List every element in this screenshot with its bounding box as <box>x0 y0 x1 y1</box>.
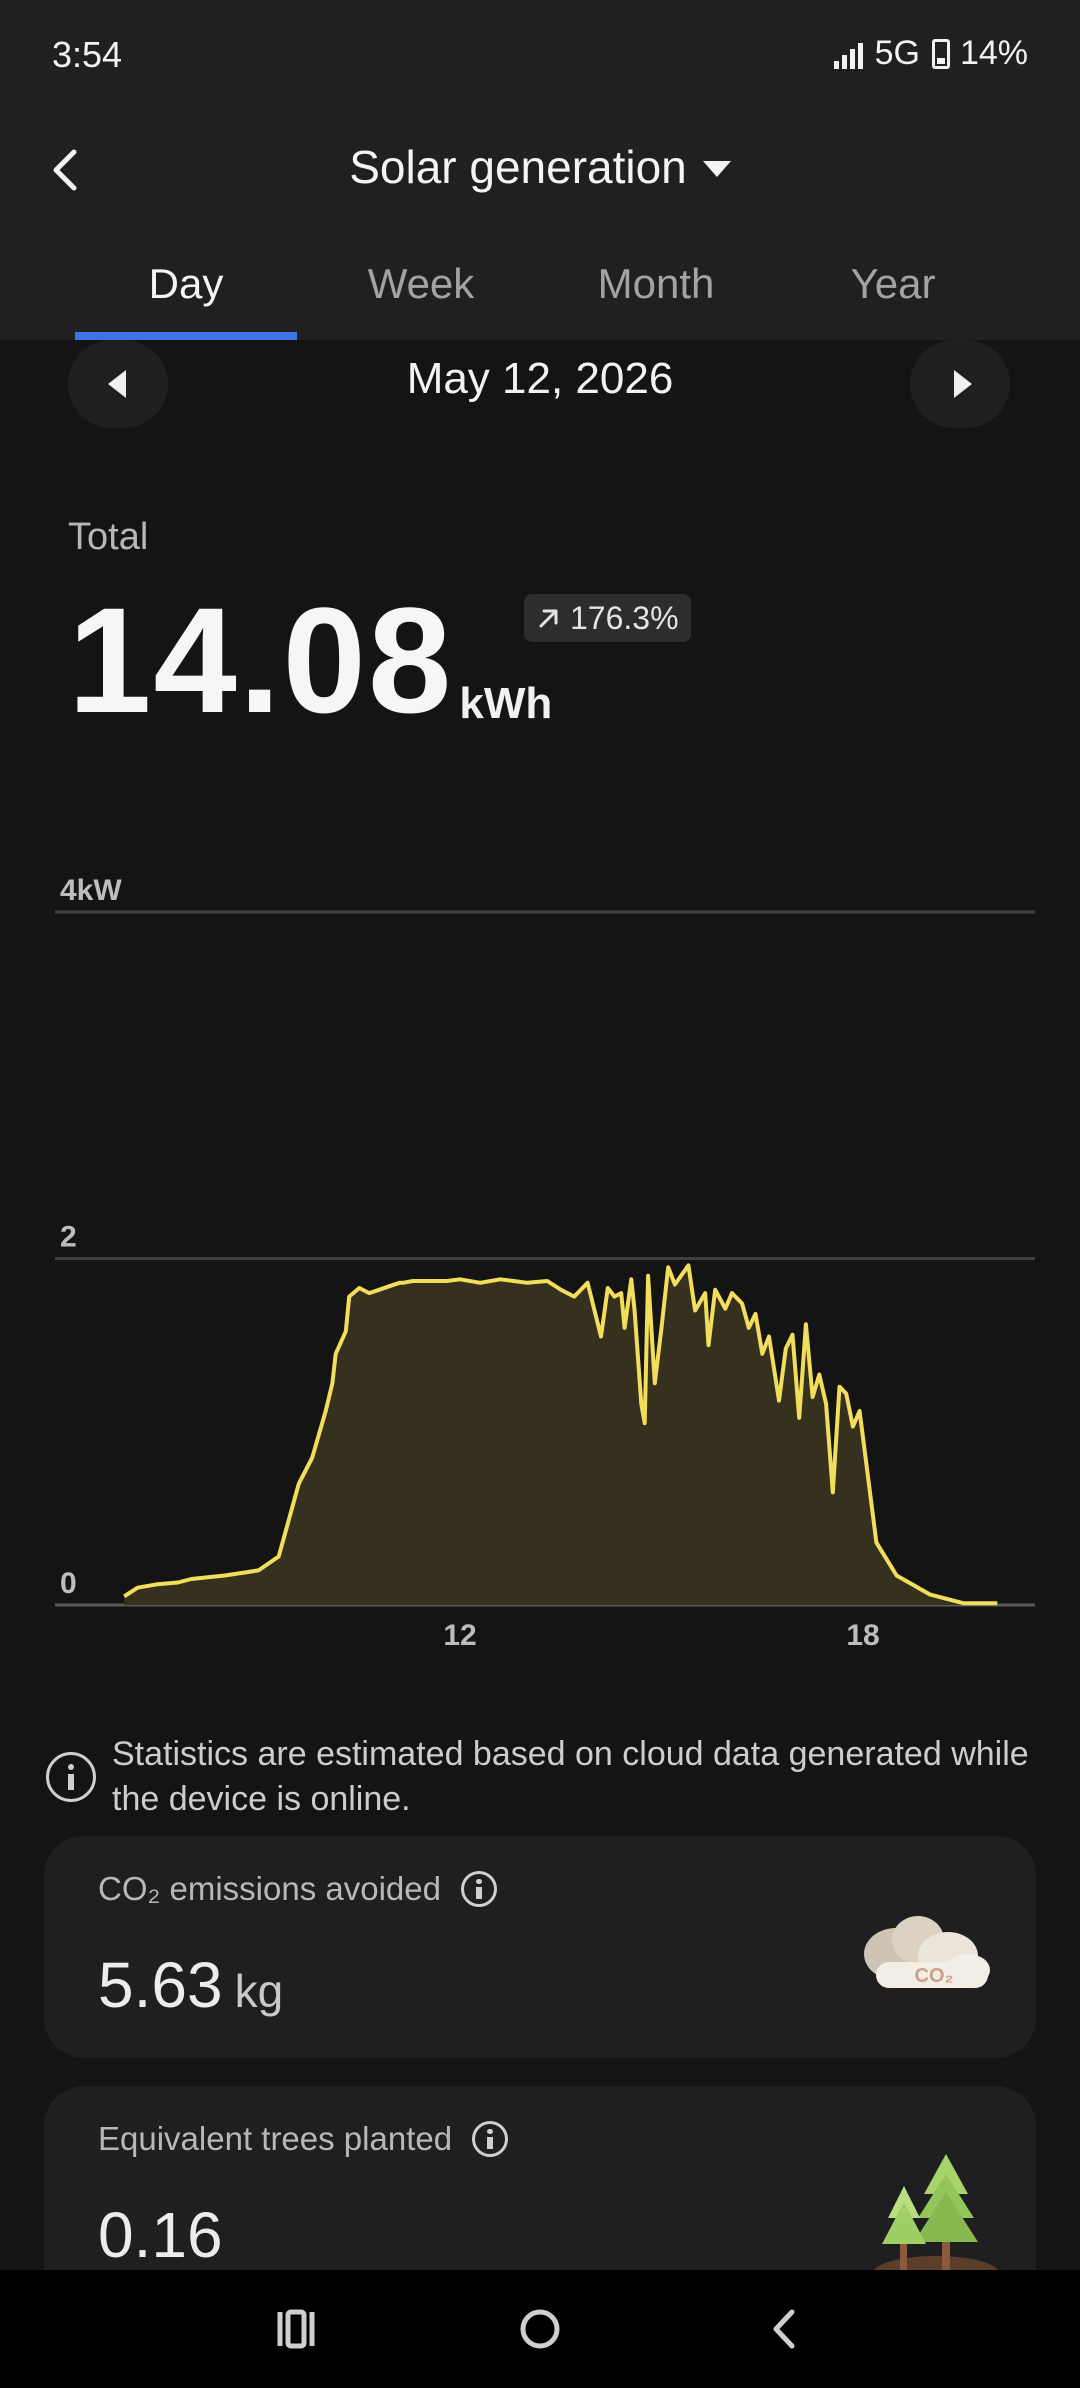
change-badge: 176.3% <box>524 594 691 642</box>
co2-card[interactable]: CO₂ emissions avoided 5.63 kg CO₂ <box>44 1836 1036 2058</box>
svg-text:CO₂: CO₂ <box>915 1965 954 1987</box>
total-unit: kWh <box>459 679 553 728</box>
header-title-area: Solar generation <box>0 140 1080 194</box>
co2-cloud-icon: CO₂ <box>864 1916 990 1988</box>
date-navigator: May 12, 2026 <box>0 340 1080 440</box>
arrow-up-right-icon <box>539 609 558 628</box>
system-nav-bar <box>0 2270 1080 2388</box>
y-tick-label: 4kW <box>60 874 122 907</box>
statistics-note: Statistics are estimated based on cloud … <box>46 1732 1036 1822</box>
back-icon <box>773 2309 795 2349</box>
co2-value: 5.63 <box>98 1949 223 2021</box>
home-button[interactable] <box>510 2304 570 2354</box>
network-label: 5G <box>874 34 920 72</box>
y-tick-label: 2 <box>60 1221 77 1254</box>
recents-button[interactable] <box>266 2304 326 2354</box>
co2-info-icon[interactable] <box>460 1871 497 1907</box>
trees-icon <box>872 2154 1000 2286</box>
tab-week[interactable]: Week <box>310 250 532 340</box>
total-value: 14.08 <box>68 576 454 744</box>
generation-chart[interactable]: 0 2 4kW 12 18 <box>0 860 1080 1660</box>
active-tab-indicator <box>75 332 297 340</box>
co2-unit: kg <box>234 1965 284 2017</box>
x-tick-label: 18 <box>846 1619 879 1652</box>
page-title: Solar generation <box>349 141 687 193</box>
y-tick-label: 0 <box>60 1567 77 1600</box>
battery-level: 14% <box>959 34 1028 72</box>
next-date-button[interactable] <box>910 340 1010 428</box>
trees-value-row: 0.16 <box>98 2198 223 2272</box>
page: 3:54 5G 14% Solar generation Day Week Mo <box>0 0 1080 2388</box>
app-header: Solar generation Day Week Month Year <box>0 110 1080 340</box>
signal-icon <box>833 39 863 69</box>
triangle-right-icon <box>954 370 972 398</box>
trees-card-header: Equivalent trees planted <box>98 2120 509 2158</box>
status-bar: 3:54 5G 14% <box>0 0 1080 110</box>
battery-icon <box>931 38 950 69</box>
generation-chart-svg: 0 2 4kW 12 18 <box>55 874 1035 1652</box>
home-icon <box>520 2309 560 2349</box>
trees-info-icon[interactable] <box>472 2121 509 2157</box>
period-tabs: Day Week Month Year <box>0 250 1080 340</box>
status-time: 3:54 <box>52 34 123 75</box>
system-back-button[interactable] <box>754 2304 814 2354</box>
trees-card-label: Equivalent trees planted <box>98 2120 453 2157</box>
statistics-note-text: Statistics are estimated based on cloud … <box>112 1735 1029 1818</box>
trees-value: 0.16 <box>98 2199 223 2271</box>
caret-down-icon <box>702 161 731 177</box>
tab-day[interactable]: Day <box>75 250 297 340</box>
total-value-row: 14.08 kWh <box>68 585 552 735</box>
co2-card-header: CO₂ emissions avoided <box>98 1870 497 1908</box>
info-icon <box>46 1752 96 1802</box>
x-tick-label: 12 <box>443 1619 476 1652</box>
total-label: Total <box>68 516 149 558</box>
co2-card-label: CO₂ emissions avoided <box>98 1870 441 1907</box>
co2-value-row: 5.63 kg <box>98 1948 283 2022</box>
tab-month[interactable]: Month <box>545 250 767 340</box>
view-selector-dropdown[interactable]: Solar generation <box>349 140 731 194</box>
generation-area <box>124 1265 998 1605</box>
change-percent: 176.3% <box>570 599 679 636</box>
status-indicators: 5G 14% <box>833 34 1028 73</box>
tab-year[interactable]: Year <box>782 250 1004 340</box>
recents-icon <box>277 2309 315 2349</box>
